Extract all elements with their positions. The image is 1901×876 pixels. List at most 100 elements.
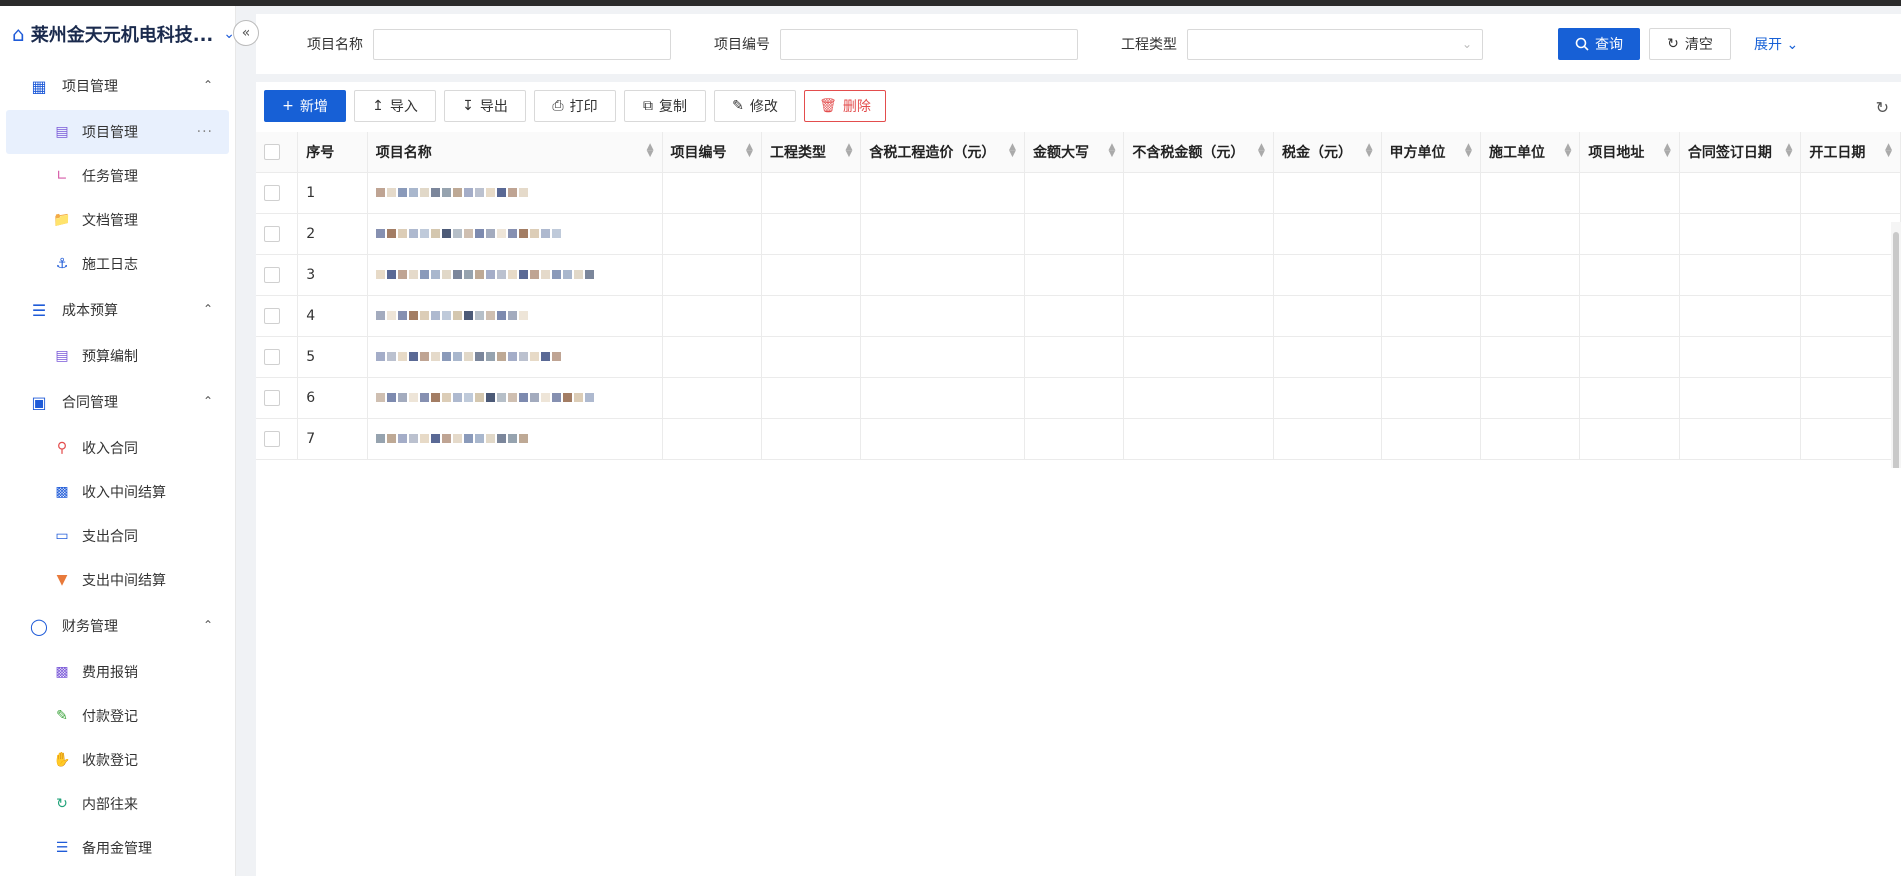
brand-header[interactable]: ⌂ 莱州金天元机电科技... ⌄ <box>0 6 235 62</box>
print-button[interactable]: ⎙ 打印 <box>534 90 616 122</box>
sort-icon[interactable]: ▲ ▼ <box>1885 143 1892 159</box>
sidebar-item-label: 收款登记 <box>82 753 138 769</box>
sort-icon[interactable]: ▲ ▼ <box>1564 143 1571 159</box>
column-header[interactable]: 施工单位 ▲ ▼ <box>1480 132 1581 173</box>
table-cell <box>662 295 762 337</box>
project-name-cell <box>367 295 663 337</box>
column-header-label: 合同签订日期 <box>1687 144 1772 161</box>
table-row[interactable]: 4 <box>256 295 1901 337</box>
row-checkbox[interactable] <box>264 348 280 365</box>
edit-button[interactable]: ✎ 修改 <box>714 90 796 122</box>
layers-icon: ☰ <box>55 840 69 856</box>
sidebar-item[interactable]: ▭ 支出合同 <box>0 514 235 558</box>
table-cell <box>1480 295 1581 337</box>
column-header[interactable]: 项目地址 ▲ ▼ <box>1579 132 1680 173</box>
table-cell <box>1273 295 1382 337</box>
project-name-cell <box>367 418 663 460</box>
sort-icon[interactable]: ▲ ▼ <box>746 143 753 159</box>
sort-icon[interactable]: ▲ ▼ <box>1009 143 1016 159</box>
row-index: 3 <box>297 254 368 296</box>
sidebar-group[interactable]: ☰ 成本预算 ⌃ <box>0 286 235 334</box>
table-row[interactable]: 7 <box>256 418 1901 460</box>
sidebar-item[interactable]: ▤ 预算编制 <box>0 334 235 378</box>
row-checkbox[interactable] <box>264 430 280 447</box>
column-header[interactable]: 序号 <box>297 132 368 173</box>
collapse-sidebar-icon[interactable]: « <box>233 20 259 46</box>
column-header[interactable]: 税金（元） ▲ ▼ <box>1273 132 1382 173</box>
table-cell <box>860 336 1025 378</box>
row-checkbox[interactable] <box>264 266 280 283</box>
sort-icon[interactable]: ▲ ▼ <box>1258 143 1265 159</box>
redacted-project-name <box>375 270 594 279</box>
add-button[interactable]: + 新增 <box>264 90 346 122</box>
export-button[interactable]: ↧ 导出 <box>444 90 526 122</box>
copy-button[interactable]: ⧉ 复制 <box>624 90 706 122</box>
column-header[interactable]: 含税工程造价（元） ▲ ▼ <box>860 132 1025 173</box>
table-row[interactable]: 5 <box>256 336 1901 378</box>
refresh-icon[interactable]: ↻ <box>1876 98 1889 117</box>
column-header[interactable]: 不含税金额（元） ▲ ▼ <box>1123 132 1274 173</box>
table-cell <box>1800 254 1901 296</box>
sidebar-item[interactable]: ☰ 备用金管理 <box>0 826 235 870</box>
project-name-input[interactable] <box>373 29 671 60</box>
table-row[interactable]: 2 <box>256 213 1901 255</box>
query-button[interactable]: 查询 <box>1558 28 1640 60</box>
delete-label: 删除 <box>842 99 871 115</box>
query-label: 查询 <box>1595 37 1623 53</box>
table-cell <box>1024 172 1125 214</box>
more-icon[interactable]: ··· <box>197 124 213 140</box>
table-row[interactable]: 1 <box>256 172 1901 214</box>
sort-icon[interactable]: ▲ ▼ <box>1366 143 1373 159</box>
row-checkbox[interactable] <box>264 225 280 242</box>
chevron-down-icon: ⌄ <box>1786 37 1799 53</box>
sidebar-item[interactable]: ⚓ 施工日志 <box>0 242 235 286</box>
column-header[interactable]: 项目名称 ▲ ▼ <box>367 132 663 173</box>
expand-link[interactable]: 展开 ⌄ <box>1754 34 1798 54</box>
table-cell <box>662 418 762 460</box>
sidebar-item[interactable]: ▩ 费用报销 <box>0 650 235 694</box>
table-row[interactable]: 3 <box>256 254 1901 296</box>
pay-icon: ▭ <box>55 528 69 544</box>
sidebar-item-label: 备用金管理 <box>82 841 152 857</box>
sort-icon[interactable]: ▲ ▼ <box>1108 143 1115 159</box>
sort-icon[interactable]: ▲ ▼ <box>647 143 654 159</box>
sort-icon[interactable]: ▲ ▼ <box>1664 143 1671 159</box>
sidebar-item[interactable]: ▤ 项目管理 ··· <box>6 110 229 154</box>
select-all-checkbox[interactable] <box>264 143 280 160</box>
clear-button[interactable]: ↻ 清空 <box>1649 28 1731 60</box>
sidebar-item[interactable]: ✋ 收款登记 <box>0 738 235 782</box>
project-no-input[interactable] <box>780 29 1078 60</box>
row-checkbox[interactable] <box>264 184 280 201</box>
sort-icon[interactable]: ▲ ▼ <box>1465 143 1472 159</box>
column-header[interactable]: 工程类型 ▲ ▼ <box>761 132 862 173</box>
pencil-icon: ✎ <box>732 98 744 114</box>
type-select[interactable]: ⌄ <box>1187 29 1483 60</box>
column-header[interactable]: 项目编号 ▲ ▼ <box>662 132 762 173</box>
row-checkbox[interactable] <box>264 307 280 324</box>
sidebar-item[interactable]: ▼ 支出中间结算 <box>0 558 235 602</box>
table-cell <box>1381 336 1481 378</box>
sidebar-group[interactable]: ▦ 项目管理 ⌃ <box>0 62 235 110</box>
column-header[interactable]: 开工日期 ▲ ▼ <box>1800 132 1901 173</box>
sort-icon[interactable]: ▲ ▼ <box>845 143 852 159</box>
column-header[interactable]: 合同签订日期 ▲ ▼ <box>1679 132 1802 173</box>
sidebar-item[interactable]: ⚲ 收入合同 <box>0 426 235 470</box>
sidebar-item-label: 付款登记 <box>82 709 138 725</box>
sidebar-item[interactable]: ↻ 内部往来 <box>0 782 235 826</box>
sidebar-item[interactable]: ∟ 任务管理 <box>0 154 235 198</box>
column-header[interactable]: 金额大写 ▲ ▼ <box>1024 132 1125 173</box>
sidebar-group[interactable]: ▣ 合同管理 ⌃ <box>0 378 235 426</box>
table-row[interactable]: 6 <box>256 377 1901 419</box>
sidebar-item[interactable]: ✎ 付款登记 <box>0 694 235 738</box>
sidebar-item[interactable]: 📁 文档管理 <box>0 198 235 242</box>
import-button[interactable]: ↥ 导入 <box>354 90 436 122</box>
vertical-scrollbar[interactable] <box>1891 222 1901 468</box>
sidebar-group[interactable]: ◯ 财务管理 ⌃ <box>0 602 235 650</box>
row-checkbox[interactable] <box>264 389 280 406</box>
sidebar-item[interactable]: ▩ 收入中间结算 <box>0 470 235 514</box>
edit-label: 修改 <box>749 99 778 115</box>
column-header[interactable]: 甲方单位 ▲ ▼ <box>1381 132 1481 173</box>
sort-icon[interactable]: ▲ ▼ <box>1785 143 1792 159</box>
table-cell <box>860 418 1025 460</box>
delete-button[interactable]: 🗑 删除 <box>804 90 886 122</box>
